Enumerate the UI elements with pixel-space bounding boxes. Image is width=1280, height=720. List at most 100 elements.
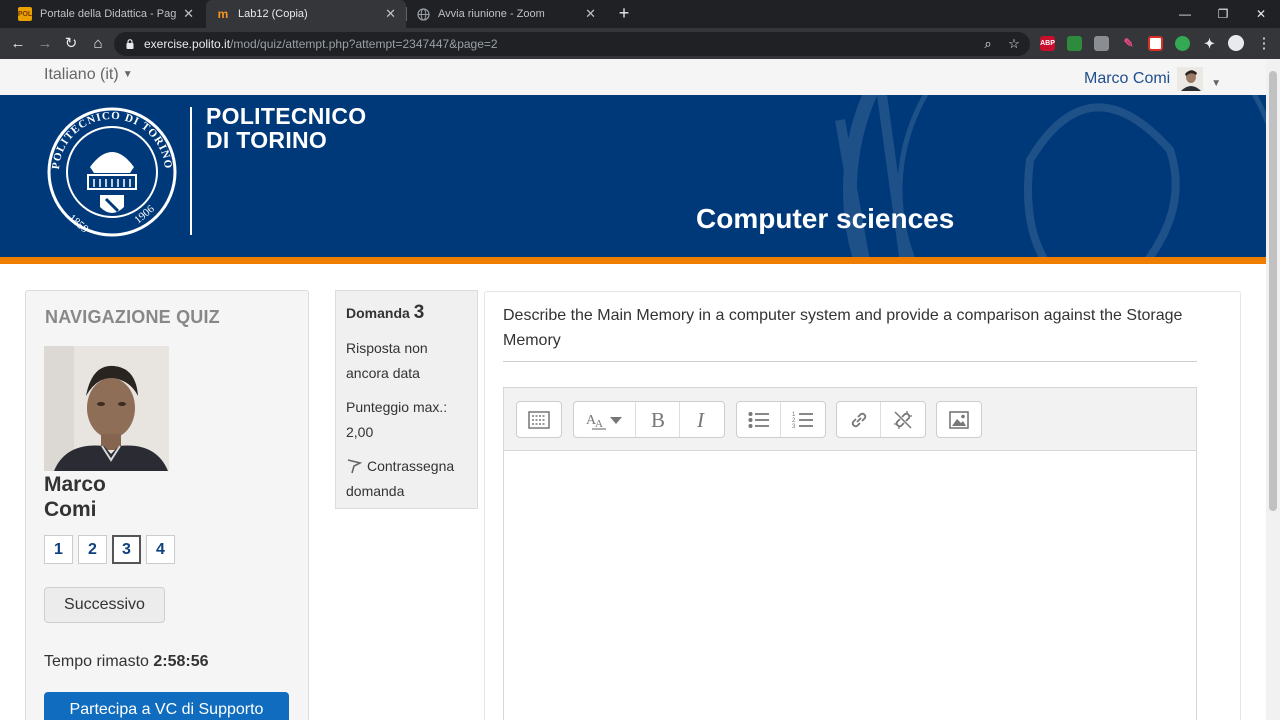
restore-window-icon[interactable]: ❐ [1204, 0, 1242, 28]
question-max-grade: Punteggio max.: 2,00 [346, 399, 448, 440]
user-avatar [1177, 67, 1204, 91]
bullet-list-icon[interactable] [737, 402, 781, 437]
svg-text:3: 3 [792, 424, 796, 430]
image-icon[interactable] [937, 402, 981, 437]
lock-icon [126, 39, 134, 49]
course-title: Computer sciences [696, 203, 955, 234]
answer-text-area[interactable] [504, 451, 1196, 720]
quiz-nav-question-3[interactable]: 3 [112, 535, 141, 564]
caret-down-icon: ▼ [1211, 77, 1222, 89]
browser-menu-kebab-icon[interactable]: ⋮ [1253, 33, 1275, 55]
browser-tab-bar: POL Portale della Didattica - Pagina di … [0, 0, 1280, 28]
user-menu[interactable]: Marco Comi ▼ [1084, 65, 1221, 93]
student-first-name: Marco [44, 473, 106, 496]
pen-extension-icon[interactable]: ✎ [1121, 36, 1136, 51]
site-banner: POLITECNICO DI TORINO 1859 1906 POLITECN… [0, 95, 1266, 257]
language-menu[interactable]: Italiano (it) ▼ [44, 66, 133, 84]
scrollbar-thumb[interactable] [1269, 71, 1277, 511]
question-text: Describe the Main Memory in a computer s… [503, 307, 1183, 349]
editor-toolbar: AA B I 123 [504, 388, 1196, 451]
italic-icon[interactable]: I [680, 402, 724, 437]
org-name-line1: POLITECNICO [206, 103, 367, 129]
flag-question-link[interactable]: Contrassegna domanda [346, 454, 471, 504]
extensions-puzzle-icon[interactable]: ✦ [1202, 36, 1217, 51]
tab-zoom[interactable]: Avvia riunione - Zoom ✕ [406, 0, 606, 28]
close-tab-icon[interactable]: ✕ [585, 6, 596, 22]
svg-text:I: I [696, 410, 705, 430]
seal-year-left: 1859 [66, 212, 91, 236]
sheets-extension-icon[interactable] [1067, 36, 1082, 51]
quiz-nav-question-2[interactable]: 2 [78, 535, 107, 564]
link-icon[interactable] [837, 402, 881, 437]
time-remaining: Tempo rimasto 2:58:56 [44, 653, 209, 671]
student-name: Marco Comi [44, 472, 106, 522]
flag-icon [347, 459, 362, 474]
toolbar-group-toggle [516, 401, 562, 438]
close-window-icon[interactable]: ✕ [1242, 0, 1280, 28]
next-page-button[interactable]: Successivo [44, 587, 165, 623]
url-host: exercise.polito.it [144, 37, 231, 51]
svg-text:B: B [651, 410, 665, 430]
home-icon[interactable]: ⌂ [87, 33, 109, 55]
join-support-vc-button[interactable]: Partecipa a VC di Supporto [44, 692, 289, 720]
address-bar[interactable]: exercise.polito.it/mod/quiz/attempt.php?… [114, 32, 1030, 56]
toolbar-group-links [836, 401, 926, 438]
moodle-favicon-icon: m [217, 7, 229, 21]
extension-grey-icon[interactable] [1094, 36, 1109, 51]
flag-question-label: Contrassegna domanda [346, 458, 455, 499]
caret-down-icon: ▼ [122, 69, 133, 80]
tab-separator [406, 7, 407, 21]
bookmark-star-icon[interactable]: ☆ [1004, 34, 1024, 54]
seal-year-right: 1906 [132, 203, 157, 227]
page-scrollbar[interactable] [1266, 59, 1280, 720]
orange-stripe [0, 257, 1266, 264]
globe-icon [416, 7, 430, 21]
language-label: Italiano (it) [44, 66, 119, 83]
quiz-nav-question-4[interactable]: 4 [146, 535, 175, 564]
numbered-list-icon[interactable]: 123 [781, 402, 825, 437]
timer-value: 2:58:56 [153, 653, 209, 670]
question-info-box: Domanda 3 Risposta non ancora data Punte… [335, 290, 478, 509]
svg-text:A: A [595, 418, 603, 430]
font-size-icon[interactable]: AA [574, 402, 636, 437]
question-divider [503, 361, 1197, 362]
quiz-navigation-block: NAVIGAZIONE QUIZ Marco Comi 1 2 3 4 Succ… [25, 290, 309, 720]
page-viewport: Italiano (it) ▼ Marco Comi ▼ POLITECNICO … [0, 59, 1280, 720]
logo-divider [190, 107, 192, 235]
reload-icon[interactable]: ↻ [60, 33, 82, 55]
back-arrow-icon[interactable]: ← [7, 33, 29, 55]
quiz-nav-heading: NAVIGAZIONE QUIZ [45, 307, 220, 327]
minimize-window-icon[interactable]: — [1166, 0, 1204, 28]
tab-portale[interactable]: POL Portale della Didattica - Pagina di … [8, 0, 204, 28]
tab-title: Lab12 (Copia) [238, 8, 308, 20]
toolbar-group-style: AA B I [573, 401, 725, 438]
toolbar-toggle-icon[interactable] [517, 402, 561, 437]
browser-toolbar: ← → ↻ ⌂ exercise.polito.it/mod/quiz/atte… [0, 28, 1280, 59]
pocket-extension-icon[interactable] [1148, 36, 1163, 51]
answer-editor: AA B I 123 [503, 387, 1197, 720]
chat-extension-icon[interactable] [1175, 36, 1190, 51]
tab-title: Avvia riunione - Zoom [438, 8, 545, 20]
question-number: Domanda 3 [346, 302, 424, 324]
org-name-line2: DI TORINO [206, 127, 328, 153]
bold-icon[interactable]: B [636, 402, 680, 437]
moodle-top-bar: Italiano (it) ▼ Marco Comi ▼ [0, 59, 1266, 95]
close-tab-icon[interactable]: ✕ [183, 6, 194, 22]
unlink-icon[interactable] [881, 402, 925, 437]
profile-avatar-icon[interactable] [1228, 35, 1244, 51]
student-photo [44, 346, 169, 471]
zoom-magnifier-icon[interactable]: ⌕ [978, 34, 998, 54]
close-tab-icon[interactable]: ✕ [385, 6, 396, 22]
url-path: /mod/quiz/attempt.php?attempt=2347447&pa… [230, 37, 498, 51]
question-label: Domanda [346, 305, 410, 321]
forward-arrow-icon[interactable]: → [34, 33, 56, 55]
toolbar-group-media [936, 401, 982, 438]
tab-lab12[interactable]: m Lab12 (Copia) ✕ [206, 0, 406, 28]
student-last-name: Comi [44, 498, 97, 521]
quiz-nav-question-1[interactable]: 1 [44, 535, 73, 564]
adblock-extension-icon[interactable]: ABP [1040, 36, 1055, 51]
new-tab-plus-icon[interactable]: + [614, 3, 634, 23]
tab-title: Portale della Didattica - Pagina di [40, 8, 177, 20]
politecnico-seal-logo-icon: POLITECNICO DI TORINO 1859 1906 [47, 107, 177, 237]
question-state: Risposta non ancora data [346, 340, 428, 381]
